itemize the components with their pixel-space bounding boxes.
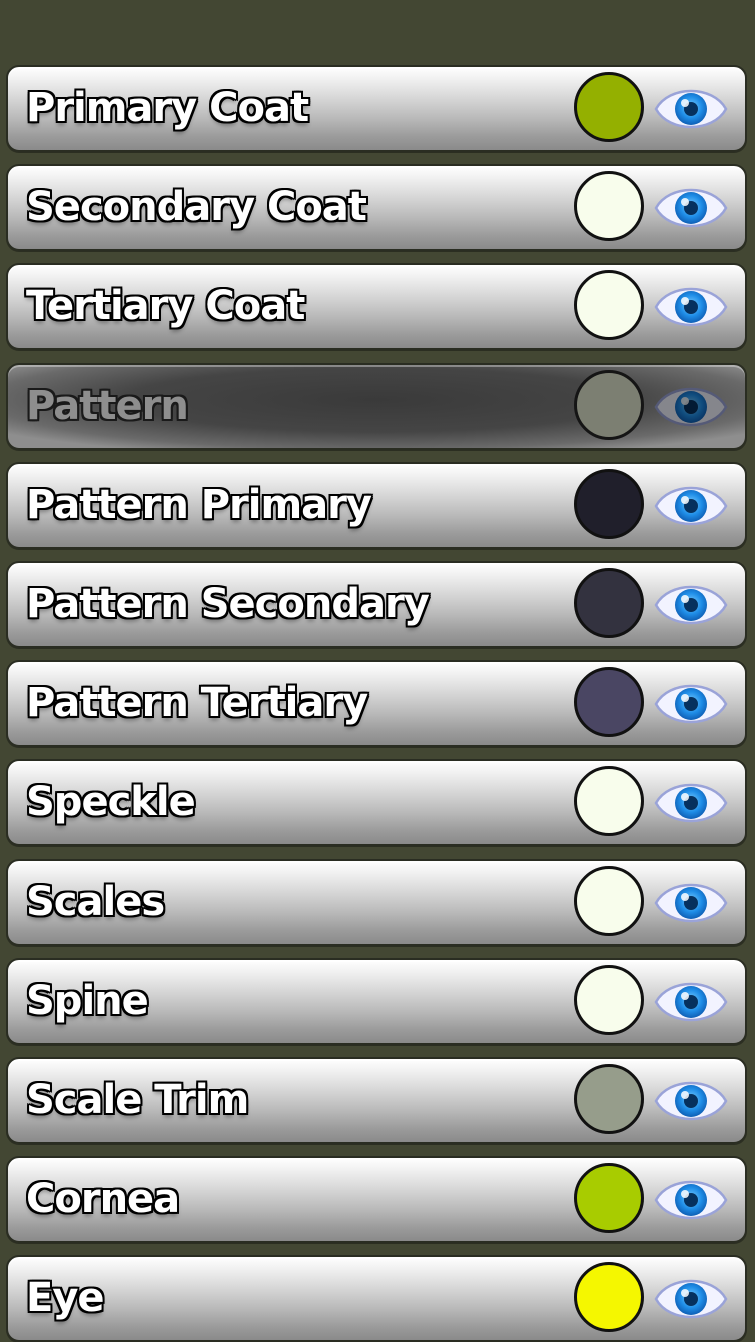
color-swatch-pattern-secondary[interactable] <box>574 568 644 638</box>
layer-label: Tertiary Coat <box>26 283 305 329</box>
layer-label: Secondary Coat <box>26 184 367 230</box>
layer-row-scale-trim[interactable]: Scale Trim <box>6 1057 747 1144</box>
layer-label: Spine <box>26 978 149 1024</box>
color-swatch-scale-trim[interactable] <box>574 1064 644 1134</box>
color-swatch-primary-coat[interactable] <box>574 72 644 142</box>
layer-label: Pattern <box>26 383 189 429</box>
eye-icon[interactable] <box>653 1261 729 1337</box>
color-swatch-pattern-tertiary[interactable] <box>574 667 644 737</box>
color-layer-panel: Primary Coat Secondary Coat Tertiary Coa… <box>0 0 755 1342</box>
layer-row-speckle[interactable]: Speckle <box>6 759 747 846</box>
layer-row-tertiary-coat[interactable]: Tertiary Coat <box>6 263 747 350</box>
layer-label: Pattern Primary <box>26 482 372 528</box>
color-swatch-speckle[interactable] <box>574 766 644 836</box>
layer-row-pattern-primary[interactable]: Pattern Primary <box>6 462 747 549</box>
layer-label: Speckle <box>26 779 196 825</box>
layer-row-primary-coat[interactable]: Primary Coat <box>6 65 747 152</box>
color-swatch-spine[interactable] <box>574 965 644 1035</box>
layer-row-pattern[interactable]: Pattern <box>6 363 747 450</box>
color-swatch-tertiary-coat[interactable] <box>574 270 644 340</box>
layer-row-eye[interactable]: Eye <box>6 1255 747 1342</box>
layer-row-scales[interactable]: Scales <box>6 859 747 946</box>
color-swatch-pattern-primary[interactable] <box>574 469 644 539</box>
color-swatch-eye[interactable] <box>574 1262 644 1332</box>
eye-icon[interactable] <box>653 468 729 544</box>
layer-label: Eye <box>26 1275 105 1321</box>
layer-row-secondary-coat[interactable]: Secondary Coat <box>6 164 747 251</box>
eye-icon[interactable] <box>653 964 729 1040</box>
eye-icon[interactable] <box>653 1063 729 1139</box>
color-swatch-pattern[interactable] <box>574 370 644 440</box>
eye-icon[interactable] <box>653 369 729 445</box>
eye-icon[interactable] <box>653 765 729 841</box>
eye-icon[interactable] <box>653 71 729 147</box>
eye-icon[interactable] <box>653 865 729 941</box>
layer-row-cornea[interactable]: Cornea <box>6 1156 747 1243</box>
layer-label: Primary Coat <box>26 85 309 131</box>
layer-row-spine[interactable]: Spine <box>6 958 747 1045</box>
layer-label: Pattern Secondary <box>26 581 430 627</box>
layer-label: Cornea <box>26 1176 180 1222</box>
eye-icon[interactable] <box>653 666 729 742</box>
color-swatch-scales[interactable] <box>574 866 644 936</box>
layer-row-pattern-secondary[interactable]: Pattern Secondary <box>6 561 747 648</box>
layer-label: Pattern Tertiary <box>26 680 368 726</box>
layer-label: Scales <box>26 879 165 925</box>
eye-icon[interactable] <box>653 567 729 643</box>
color-swatch-secondary-coat[interactable] <box>574 171 644 241</box>
eye-icon[interactable] <box>653 170 729 246</box>
layer-row-pattern-tertiary[interactable]: Pattern Tertiary <box>6 660 747 747</box>
eye-icon[interactable] <box>653 269 729 345</box>
layer-label: Scale Trim <box>26 1077 249 1123</box>
color-swatch-cornea[interactable] <box>574 1163 644 1233</box>
eye-icon[interactable] <box>653 1162 729 1238</box>
